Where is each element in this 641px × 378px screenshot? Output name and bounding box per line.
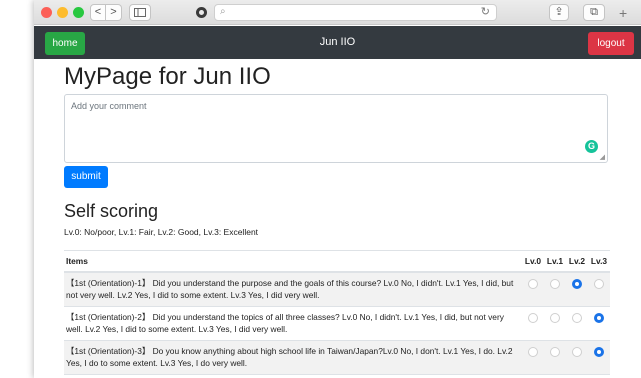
score-radio-lv1[interactable] xyxy=(550,312,560,323)
table-row: 【1st (Orientation)-3】 Do you know anythi… xyxy=(64,339,610,374)
table-row: 【1st (Orientation)-4】 Do you understand … xyxy=(64,373,610,378)
self-scoring-title: Self scoring xyxy=(64,201,159,221)
table-header-row: Items Lv.0 Lv.1 Lv.2 Lv.3 xyxy=(64,250,610,273)
back-button[interactable]: < xyxy=(90,4,106,21)
radio-cell xyxy=(566,305,588,340)
grammarly-icon[interactable]: G xyxy=(585,140,598,153)
radio-cell xyxy=(588,271,610,306)
radio-cell xyxy=(566,271,588,306)
radio-cell xyxy=(544,305,566,340)
radio-cell xyxy=(566,373,588,378)
address-bar[interactable]: ⌕ ↻ xyxy=(214,4,497,21)
share-button[interactable]: ⇪ xyxy=(549,4,569,21)
score-radio-lv2[interactable] xyxy=(572,278,582,289)
radio-cell xyxy=(544,271,566,306)
score-radio-lv3[interactable] xyxy=(594,278,604,289)
main-content: MyPage for Jun IIO Add your comment G ◢ … xyxy=(64,60,610,378)
radio-cell xyxy=(522,271,544,306)
score-radio-lv0[interactable] xyxy=(528,346,538,357)
extension-icon[interactable] xyxy=(196,7,207,18)
self-scoring-table: Items Lv.0 Lv.1 Lv.2 Lv.3 【1st (Orientat… xyxy=(64,250,610,378)
minimize-window-icon[interactable] xyxy=(57,7,68,18)
app-navbar: home Jun IIO logout xyxy=(34,26,641,59)
radio-cell xyxy=(522,339,544,374)
tab-overview-button[interactable]: ⧉ xyxy=(583,4,605,21)
browser-window: < > ⌕ ↻ ⇪ ⧉ + home Jun IIO logout MyPage… xyxy=(34,0,641,378)
new-tab-icon[interactable]: + xyxy=(619,6,627,20)
table-row: 【1st (Orientation)-2】 Did you understand… xyxy=(64,305,610,340)
forward-button[interactable]: > xyxy=(106,4,122,21)
radio-cell xyxy=(566,339,588,374)
navbar-user-name: Jun IIO xyxy=(319,36,356,48)
radio-cell xyxy=(522,373,544,378)
radio-cell xyxy=(588,339,610,374)
radio-cell xyxy=(544,339,566,374)
score-radio-lv3[interactable] xyxy=(594,312,604,323)
sidebar-toggle-button[interactable] xyxy=(129,4,151,21)
item-question: 【1st (Orientation)-3】 Do you know anythi… xyxy=(64,339,522,374)
submit-button[interactable]: submit xyxy=(64,166,108,188)
score-radio-lv0[interactable] xyxy=(528,312,538,323)
page-title: MyPage for Jun IIO xyxy=(64,63,271,90)
radio-cell xyxy=(544,373,566,378)
item-question: 【1st (Orientation)-4】 Do you understand … xyxy=(64,373,522,378)
item-question: 【1st (Orientation)-1】 Did you understand… xyxy=(64,271,522,306)
score-radio-lv1[interactable] xyxy=(550,346,560,357)
maximize-window-icon[interactable] xyxy=(73,7,84,18)
radio-cell xyxy=(588,305,610,340)
resize-handle-icon[interactable]: ◢ xyxy=(600,153,605,161)
score-radio-lv1[interactable] xyxy=(550,278,560,289)
sidebar-icon xyxy=(134,8,146,17)
score-radio-lv2[interactable] xyxy=(572,346,582,357)
level-legend: Lv.0: No/poor, Lv.1: Fair, Lv.2: Good, L… xyxy=(64,227,259,237)
comment-placeholder: Add your comment xyxy=(71,101,147,111)
score-radio-lv0[interactable] xyxy=(528,278,538,289)
column-header-lv0: Lv.0 xyxy=(522,250,544,273)
browser-titlebar: < > ⌕ ↻ ⇪ ⧉ + xyxy=(34,0,641,25)
comment-textarea[interactable]: Add your comment G ◢ xyxy=(64,94,608,163)
reload-icon[interactable]: ↻ xyxy=(481,5,490,18)
score-radio-lv2[interactable] xyxy=(572,312,582,323)
radio-cell xyxy=(588,373,610,378)
column-header-items: Items xyxy=(64,250,522,273)
close-window-icon[interactable] xyxy=(41,7,52,18)
column-header-lv3: Lv.3 xyxy=(588,250,610,273)
logout-button[interactable]: logout xyxy=(588,32,634,55)
radio-cell xyxy=(522,305,544,340)
item-question: 【1st (Orientation)-2】 Did you understand… xyxy=(64,305,522,340)
score-radio-lv3[interactable] xyxy=(594,346,604,357)
column-header-lv2: Lv.2 xyxy=(566,250,588,273)
column-header-lv1: Lv.1 xyxy=(544,250,566,273)
table-row: 【1st (Orientation)-1】 Did you understand… xyxy=(64,271,610,306)
search-icon: ⌕ xyxy=(220,6,226,17)
